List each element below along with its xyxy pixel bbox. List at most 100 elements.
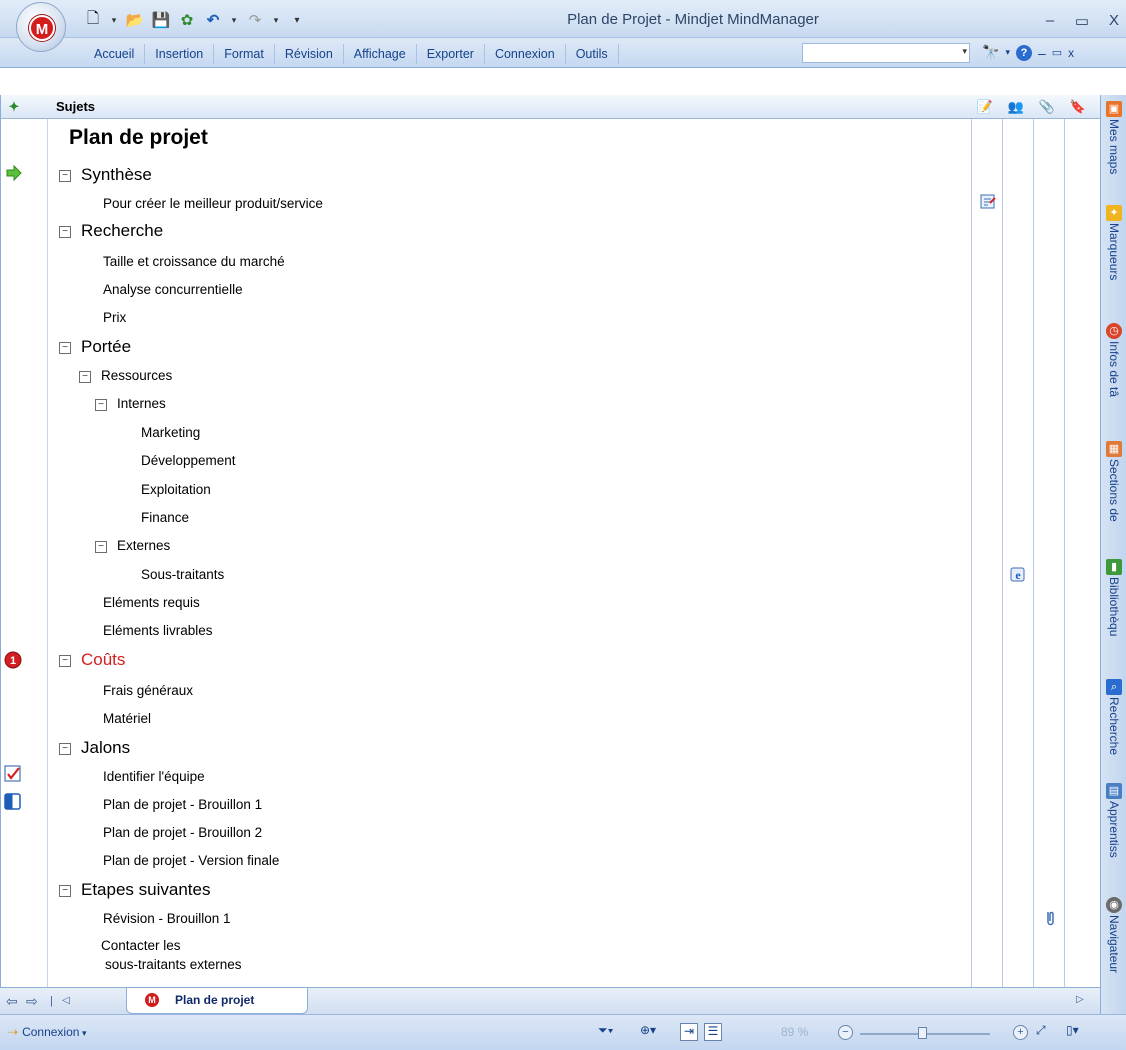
side-tab-navigateur[interactable]: ◉ Navigateur bbox=[1102, 895, 1126, 973]
ribbon-restore-icon[interactable]: ▭ bbox=[1052, 46, 1062, 59]
undo-dropdown-icon[interactable]: ▾ bbox=[228, 10, 240, 30]
topic-materiel[interactable]: Matériel bbox=[103, 711, 151, 726]
central-topic[interactable]: Plan de projet bbox=[69, 126, 208, 150]
back-arrow-icon[interactable]: ⇦ bbox=[6, 993, 18, 1010]
binoculars-icon[interactable]: 🔭 bbox=[982, 44, 999, 61]
new-doc-icon[interactable]: 🗋 bbox=[82, 10, 104, 30]
side-tab-bibliotheque[interactable]: ▮ Bibliothèqu bbox=[1102, 557, 1126, 636]
tab-format[interactable]: Format bbox=[214, 44, 275, 64]
topic-brouillon-2[interactable]: Plan de projet - Brouillon 2 bbox=[103, 825, 262, 840]
find-dropdown-icon[interactable]: ▾ bbox=[1005, 47, 1010, 58]
tab-accueil[interactable]: Accueil bbox=[84, 44, 146, 64]
scroll-right-icon[interactable]: ▷ bbox=[1076, 994, 1084, 1005]
task-half-icon[interactable] bbox=[4, 793, 22, 811]
collapse-toggle[interactable]: − bbox=[95, 541, 107, 553]
tab-insertion[interactable]: Insertion bbox=[145, 44, 215, 64]
topic-brouillon-1[interactable]: Plan de projet - Brouillon 1 bbox=[103, 797, 262, 812]
new-doc-dropdown-icon[interactable]: ▾ bbox=[108, 10, 120, 30]
topic-taille[interactable]: Taille et croissance du marché bbox=[103, 254, 285, 269]
topic-pour-creer[interactable]: Pour créer le meilleur produit/service bbox=[103, 196, 323, 211]
redo-icon[interactable]: ↷ bbox=[244, 10, 266, 30]
topic-frais[interactable]: Frais généraux bbox=[103, 683, 193, 698]
side-tab-recherche[interactable]: ⌕ Recherche bbox=[1102, 677, 1126, 755]
topic-etapes-suivantes[interactable]: Etapes suivantes bbox=[81, 880, 210, 900]
mindmap-icon[interactable]: ✿ bbox=[176, 10, 198, 30]
customize-icon[interactable]: ▾ bbox=[286, 10, 308, 30]
side-tab-apprentissage[interactable]: ▤ Apprentiss bbox=[1102, 781, 1126, 858]
tab-connexion[interactable]: Connexion bbox=[485, 44, 566, 64]
topic-identifier[interactable]: Identifier l'équipe bbox=[103, 769, 205, 784]
notes-icon[interactable]: 📝 bbox=[974, 97, 996, 117]
layout-icon[interactable]: ⊕▾ bbox=[640, 1023, 656, 1041]
maximize-icon[interactable]: ▭ bbox=[1072, 12, 1092, 30]
zoom-slider[interactable] bbox=[860, 1027, 990, 1039]
topic-elements-livrables[interactable]: Eléments livrables bbox=[103, 623, 213, 638]
collapse-toggle[interactable]: − bbox=[59, 885, 71, 897]
task-complete-icon[interactable] bbox=[4, 765, 22, 783]
collapse-toggle[interactable]: − bbox=[59, 170, 71, 182]
green-arrow-icon[interactable] bbox=[5, 164, 23, 182]
ribbon-search-input[interactable]: ▾ bbox=[802, 43, 970, 63]
topic-revision[interactable]: Révision - Brouillon 1 bbox=[103, 911, 231, 926]
connection-menu[interactable]: ⇢ Connexion ▾ bbox=[8, 1025, 86, 1039]
collapse-toggle[interactable]: − bbox=[79, 371, 91, 383]
zoom-out-icon[interactable]: − bbox=[838, 1025, 853, 1040]
topic-recherche[interactable]: Recherche bbox=[81, 221, 163, 241]
zoom-slider-thumb[interactable] bbox=[918, 1027, 927, 1039]
topic-couts[interactable]: Coûts bbox=[81, 650, 125, 670]
redo-dropdown-icon[interactable]: ▾ bbox=[270, 10, 282, 30]
side-tab-sections[interactable]: ▦ Sections de bbox=[1102, 439, 1126, 522]
undo-icon[interactable]: ↶ bbox=[202, 10, 224, 30]
topic-finance[interactable]: Finance bbox=[141, 510, 189, 525]
tab-exporter[interactable]: Exporter bbox=[417, 44, 485, 64]
topic-sous-traitants[interactable]: Sous-traitants bbox=[141, 567, 224, 582]
side-tab-mes-maps[interactable]: ▣ Mes maps bbox=[1102, 99, 1126, 174]
tab-outils[interactable]: Outils bbox=[566, 44, 619, 64]
topic-elements-requis[interactable]: Eléments requis bbox=[103, 595, 200, 610]
topic-contacter-line2[interactable]: sous-traitants externes bbox=[105, 957, 242, 972]
topic-ressources[interactable]: Ressources bbox=[101, 368, 172, 383]
minimize-icon[interactable]: – bbox=[1040, 12, 1060, 29]
ribbon-minimize-icon[interactable]: – bbox=[1038, 45, 1046, 61]
topic-externes[interactable]: Externes bbox=[117, 538, 170, 553]
collapse-toggle[interactable]: − bbox=[95, 399, 107, 411]
hyperlink-icon[interactable]: e bbox=[1009, 565, 1027, 583]
panels-icon[interactable]: ▯▾ bbox=[1066, 1023, 1079, 1041]
side-tab-marqueurs[interactable]: ✦ Marqueurs bbox=[1102, 203, 1126, 280]
topic-jalons[interactable]: Jalons bbox=[81, 738, 130, 758]
collapse-toggle[interactable]: − bbox=[59, 226, 71, 238]
list-view-icon[interactable]: ☰ bbox=[704, 1023, 722, 1041]
zoom-in-icon[interactable]: + bbox=[1013, 1025, 1028, 1040]
topic-internes[interactable]: Internes bbox=[117, 396, 166, 411]
topic-prix[interactable]: Prix bbox=[103, 310, 126, 325]
add-topic-icon[interactable]: ✦ bbox=[5, 98, 23, 116]
close-icon[interactable]: X bbox=[1104, 12, 1124, 29]
scroll-left-icon[interactable]: ◁ bbox=[62, 995, 70, 1006]
bookmark-icon[interactable]: 🔖 bbox=[1067, 97, 1089, 117]
save-icon[interactable]: 💾 bbox=[150, 10, 172, 30]
filter-icon[interactable]: ⏷▾ bbox=[598, 1023, 613, 1041]
topic-developpement[interactable]: Développement bbox=[141, 453, 236, 468]
open-folder-icon[interactable]: 📂 bbox=[124, 10, 146, 30]
collapse-toggle[interactable]: − bbox=[59, 342, 71, 354]
search-dropdown-icon[interactable]: ▾ bbox=[962, 46, 967, 57]
tab-affichage[interactable]: Affichage bbox=[344, 44, 417, 64]
topic-synthese[interactable]: Synthèse bbox=[81, 165, 152, 185]
app-menu-button[interactable]: M bbox=[16, 2, 66, 52]
note-icon[interactable] bbox=[979, 193, 997, 211]
document-tab-plan-de-projet[interactable]: M Plan de projet bbox=[126, 988, 308, 1014]
topic-exploitation[interactable]: Exploitation bbox=[141, 482, 211, 497]
ribbon-close-icon[interactable]: x bbox=[1068, 46, 1074, 60]
forward-arrow-icon[interactable]: ⇨ bbox=[26, 993, 38, 1010]
collapse-toggle[interactable]: − bbox=[59, 655, 71, 667]
topic-marketing[interactable]: Marketing bbox=[141, 425, 200, 440]
attachment-icon[interactable]: 📎 bbox=[1036, 97, 1058, 117]
help-icon[interactable]: ? bbox=[1015, 44, 1032, 61]
task-resources-icon[interactable]: 👥 bbox=[1005, 97, 1027, 117]
topic-version-finale[interactable]: Plan de projet - Version finale bbox=[103, 853, 279, 868]
attachment-icon[interactable] bbox=[1041, 909, 1059, 927]
topic-contacter[interactable]: Contacter les bbox=[101, 938, 181, 953]
outline-view-icon[interactable]: ⇥ bbox=[680, 1023, 698, 1041]
tab-revision[interactable]: Révision bbox=[275, 44, 344, 64]
topic-analyse[interactable]: Analyse concurrentielle bbox=[103, 282, 243, 297]
